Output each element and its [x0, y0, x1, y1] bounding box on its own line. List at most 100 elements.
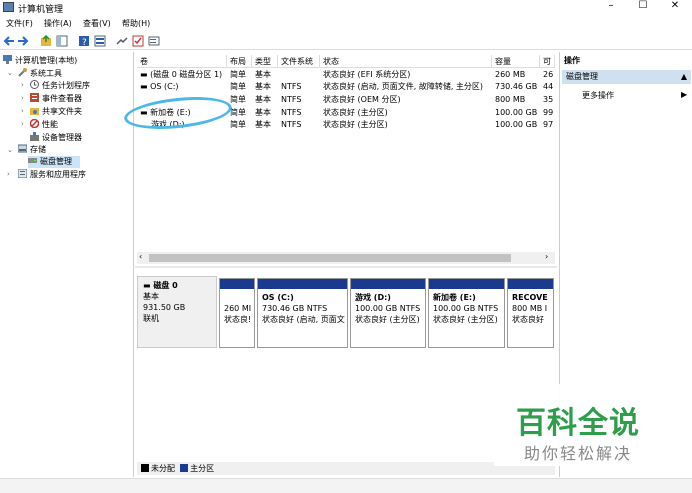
- actions-selected-label: 磁盘管理: [566, 72, 598, 81]
- volume-free: 99: [543, 108, 554, 117]
- legend: 未分配 主分区: [137, 462, 555, 475]
- volume-layout: 简单: [230, 82, 246, 91]
- collapse-up-icon[interactable]: ▲: [681, 70, 687, 84]
- expand-arrow-icon[interactable]: ›: [21, 81, 24, 89]
- partition-recovery[interactable]: RECOVE 800 MB I 状态良好: [507, 278, 554, 348]
- svg-text:?: ?: [82, 38, 87, 47]
- scroll-left-icon[interactable]: ‹: [139, 252, 142, 261]
- disk-info[interactable]: ▬ 磁盘 0 基本 931.50 GB 联机: [137, 276, 217, 348]
- list-view-icon[interactable]: [148, 35, 160, 47]
- volume-status: 状态良好 (EFI 系统分区): [323, 70, 411, 79]
- partition-title: OS (C:): [262, 293, 294, 302]
- services-icon: [18, 169, 27, 178]
- pane-divider[interactable]: [135, 266, 557, 268]
- column-header-capacity[interactable]: 容量: [492, 55, 540, 68]
- computer-icon: [3, 55, 12, 64]
- tree-item-root[interactable]: 计算机管理(本地): [3, 55, 77, 67]
- status-bar: [0, 478, 692, 493]
- menu-action[interactable]: 操作(A): [44, 18, 72, 29]
- tree-item-shared-folders[interactable]: 共享文件夹: [30, 106, 82, 118]
- volume-status: 状态良好 (主分区): [323, 108, 388, 117]
- tree-item-label: 系统工具: [30, 69, 62, 78]
- minimize-button[interactable]: –: [596, 0, 626, 14]
- menu-view[interactable]: 查看(V): [83, 18, 111, 29]
- tree-item-services-apps[interactable]: 服务和应用程序: [18, 169, 86, 181]
- connect-icon[interactable]: [116, 35, 128, 47]
- more-actions[interactable]: 更多操作: [582, 90, 614, 101]
- show-tree-icon[interactable]: [56, 35, 68, 47]
- volume-free: 26: [543, 70, 554, 79]
- partition-title: RECOVE: [512, 293, 548, 302]
- partition-c[interactable]: OS (C:) 730.46 GB NTFS 状态良好 (启动, 页面文: [257, 278, 348, 348]
- tree-item-label: 事件查看器: [42, 94, 82, 103]
- volume-layout: 简单: [230, 70, 246, 79]
- more-actions-label: 更多操作: [582, 91, 614, 100]
- volume-type: 基本: [255, 82, 271, 91]
- partition-status: 状态良好 (启动, 页面文: [262, 315, 345, 324]
- close-button[interactable]: ✕: [660, 0, 690, 14]
- legend-primary: 主分区: [190, 464, 215, 473]
- watermark-subtitle: 助你轻松解决: [524, 444, 633, 463]
- tree-item-storage[interactable]: 存储: [18, 144, 46, 156]
- forward-arrow-icon[interactable]: [17, 35, 29, 47]
- collapse-arrow-icon[interactable]: ⌄: [7, 146, 13, 154]
- disk-name: 磁盘 0: [153, 281, 178, 290]
- volume-fs: NTFS: [281, 95, 302, 104]
- tree-item-label: 设备管理器: [42, 133, 82, 142]
- column-header-type[interactable]: 类型: [252, 55, 278, 68]
- expand-arrow-icon[interactable]: ›: [21, 120, 24, 128]
- collapse-arrow-icon[interactable]: ⌄: [7, 69, 13, 77]
- partition-efi[interactable]: 260 MI 状态良!: [219, 278, 255, 348]
- volume-fs: NTFS: [281, 120, 302, 129]
- window-title: 计算机管理: [18, 5, 64, 15]
- partition-title: 游戏 (D:): [355, 293, 391, 302]
- navigation-tree: 计算机管理(本地) ⌄ 系统工具 › 任务计划程序 › 事件查看器 › 共享文件…: [0, 52, 134, 477]
- disk-kind: 基本: [143, 292, 159, 301]
- column-header-volume[interactable]: 卷: [137, 55, 227, 68]
- column-header-status[interactable]: 状态: [320, 55, 492, 68]
- expand-arrow-icon[interactable]: ›: [21, 94, 24, 102]
- disk-drive-icon: [28, 158, 37, 163]
- back-arrow-icon[interactable]: [3, 35, 15, 47]
- properties-icon[interactable]: [94, 35, 106, 47]
- volume-layout: 简单: [230, 120, 246, 129]
- tree-item-device-manager[interactable]: 设备管理器: [30, 132, 82, 144]
- volume-type: 基本: [255, 70, 271, 79]
- toolbar: ?: [0, 32, 692, 50]
- column-header-filesystem[interactable]: 文件系统: [278, 55, 320, 68]
- help-icon[interactable]: ?: [78, 35, 90, 47]
- partition-e[interactable]: 新加卷 (E:) 100.00 GB NTFS 状态良好 (主分区): [428, 278, 505, 348]
- unallocated-swatch: [141, 464, 149, 472]
- tree-item-label: 性能: [42, 120, 58, 129]
- scrollbar-thumb[interactable]: [149, 254, 511, 262]
- tree-item-label: 磁盘管理: [40, 157, 72, 166]
- maximize-button[interactable]: ☐: [628, 0, 658, 14]
- column-header-layout[interactable]: 布局: [227, 55, 252, 68]
- column-header-free[interactable]: 可: [540, 55, 555, 68]
- check-icon[interactable]: [132, 35, 144, 47]
- menu-bar: 文件(F) 操作(A) 查看(V) 帮助(H): [0, 17, 692, 31]
- horizontal-scrollbar[interactable]: ‹ ›: [137, 252, 555, 264]
- computer-management-icon: [3, 2, 14, 12]
- volume-capacity: 100.00 GB: [495, 108, 538, 117]
- tree-item-performance[interactable]: 性能: [30, 119, 58, 131]
- tree-item-event-viewer[interactable]: 事件查看器: [30, 93, 82, 105]
- menu-file[interactable]: 文件(F): [6, 18, 33, 29]
- expand-arrow-icon[interactable]: ›: [7, 170, 10, 178]
- partition-status: 状态良好 (主分区): [355, 315, 420, 324]
- partition-d[interactable]: 游戏 (D:) 100.00 GB NTFS 状态良好 (主分区): [350, 278, 426, 348]
- volume-name-text: (磁盘 0 磁盘分区 1): [150, 70, 223, 79]
- scroll-right-icon[interactable]: ›: [545, 252, 548, 261]
- tree-item-task-scheduler[interactable]: 任务计划程序: [30, 80, 90, 92]
- tree-item-system-tools[interactable]: 系统工具: [18, 68, 62, 80]
- submenu-arrow-icon[interactable]: ▶: [681, 90, 687, 99]
- volume-status: 状态良好 (启动, 页面文件, 故障转储, 主分区): [323, 82, 484, 91]
- disk-size: 931.50 GB: [143, 303, 186, 312]
- tree-item-label: 服务和应用程序: [30, 170, 86, 179]
- tree-item-disk-management[interactable]: 磁盘管理: [28, 156, 80, 168]
- up-folder-icon[interactable]: [40, 35, 52, 47]
- expand-arrow-icon[interactable]: ›: [21, 107, 24, 115]
- title-bar: 计算机管理 – ☐ ✕: [0, 0, 692, 16]
- menu-help[interactable]: 帮助(H): [122, 18, 150, 29]
- actions-disk-management[interactable]: 磁盘管理 ▲: [562, 70, 691, 84]
